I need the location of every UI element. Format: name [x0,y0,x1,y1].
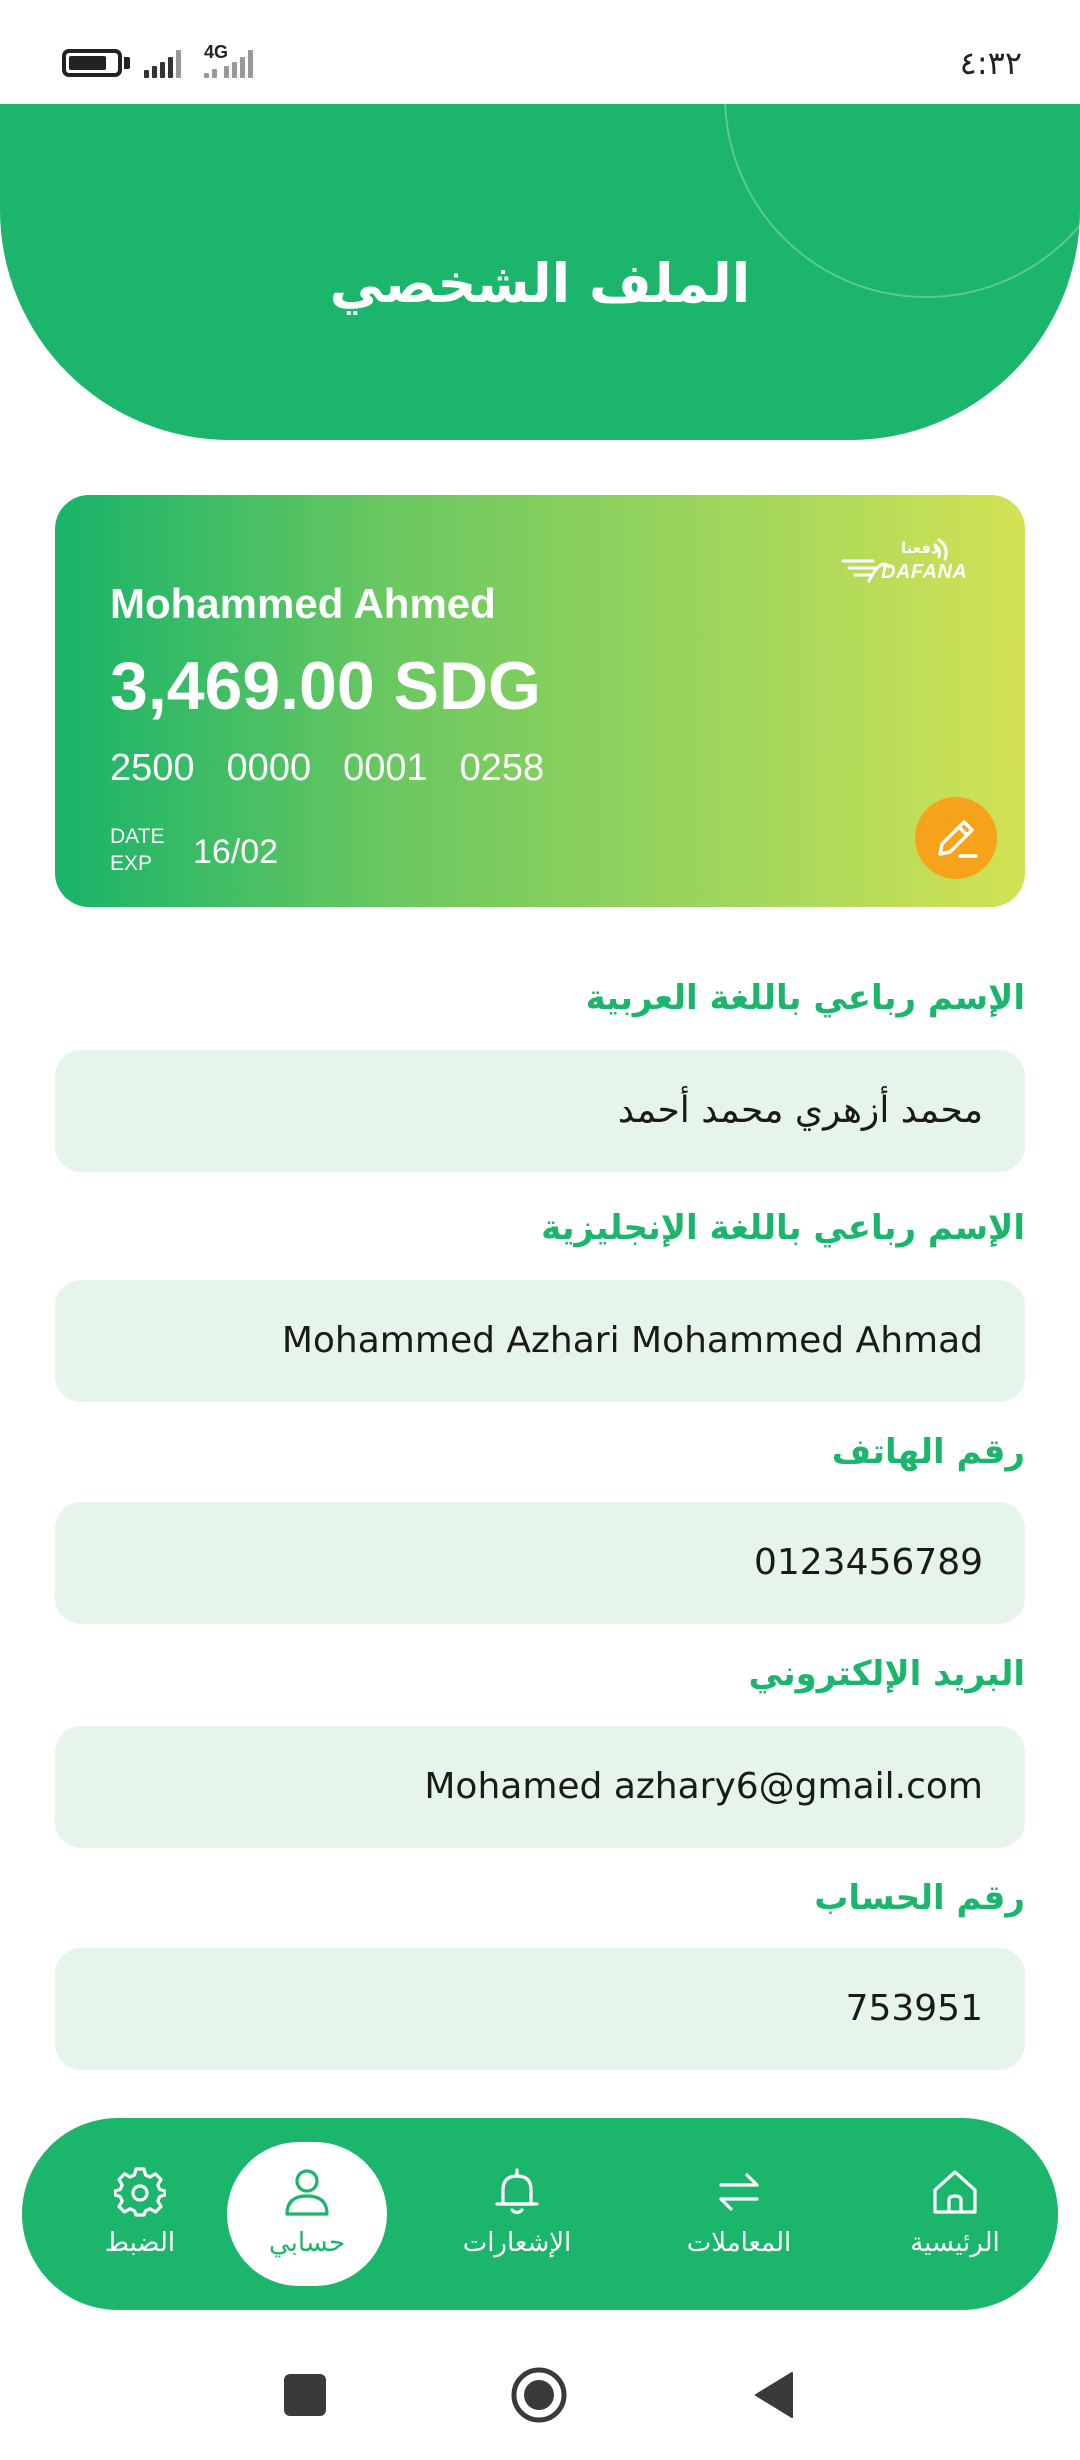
battery-icon [62,49,122,77]
nav-item-notifications[interactable]: الإشعارات [432,2118,602,2310]
card-number-group: 2500 [110,747,195,789]
bottom-navigation: الضبط حسابي الإشعارات المعاملات الرئيسية [22,2118,1058,2310]
arabic-name-label: الإسم رباعي باللغة العربية [585,978,1025,1018]
back-triangle-icon [755,2372,793,2418]
card-number-group: 0001 [343,747,428,789]
card-number-group: 0000 [226,747,312,789]
balance-card: دفعنا DAFANA Mohammed Ahmed 3,469.00 SDG… [55,495,1025,907]
battery-level-fill [69,56,106,70]
status-time: ٤:٣٢ [959,44,1022,82]
nav-label-my-account: حسابي [268,2228,346,2258]
nav-label-notifications: الإشعارات [462,2228,572,2258]
phone-label: رقم الهاتف [831,1432,1025,1472]
pencil-icon [938,820,978,858]
card-exp-value: 16/02 [193,833,279,871]
account-number-label: رقم الحساب [814,1878,1025,1918]
back-system-button[interactable] [752,2370,796,2420]
email-field[interactable]: Mohamed azhary6@gmail.com [55,1726,1025,1848]
transfer-arrows-icon [719,2173,759,2211]
english-name-label: الإسم رباعي باللغة الإنجليزية [541,1208,1025,1248]
card-number-group: 0258 [459,747,545,789]
user-icon [285,2169,329,2216]
account-number-value: 753951 [845,1988,983,2029]
signal-strength-icon-2 [204,50,268,78]
english-name-value: Mohammed Azhari Mohammed Ahmad [281,1320,983,1361]
system-navigation-bar [0,2330,1080,2460]
card-number: 2500 0000 0001 0258 [110,747,544,790]
nav-label-home: الرئيسية [910,2228,1000,2258]
english-name-field[interactable]: Mohammed Azhari Mohammed Ahmad [55,1280,1025,1402]
nav-label-settings: الضبط [104,2228,176,2258]
edit-profile-button[interactable] [915,797,997,879]
card-exp-label-top: DATE [110,825,165,848]
home-icon [933,2170,977,2214]
email-label: البريد الإلكتروني [748,1654,1025,1694]
nav-item-my-account[interactable]: حسابي [222,2118,392,2310]
logo-text-arabic: دفعنا [901,539,939,557]
nav-item-transactions[interactable]: المعاملات [654,2118,824,2310]
home-system-button[interactable] [510,2366,568,2424]
dafana-logo: دفعنا DAFANA [841,537,971,597]
recent-apps-button[interactable] [284,2374,326,2416]
profile-screen: 4G ٤:٣٢ الملف الشخصي دفعنا DAFANA Mohamm… [0,0,1080,2460]
arabic-name-value: محمد أزهري محمد أحمد [617,1090,983,1131]
email-value: Mohamed azhary6@gmail.com [424,1766,983,1807]
card-balance: 3,469.00 SDG [110,648,541,724]
card-exp-label: DATE EXP [110,823,164,877]
signal-strength-icon [144,50,188,78]
status-bar: 4G ٤:٣٢ [0,0,1080,104]
card-exp-label-bottom: EXP [110,852,153,875]
card-holder-name: Mohammed Ahmed [110,580,496,627]
nav-item-settings[interactable]: الضبط [55,2118,225,2310]
phone-field[interactable]: 0123456789 [55,1502,1025,1624]
header: الملف الشخصي [0,104,1080,440]
account-number-field[interactable]: 753951 [55,1948,1025,2070]
gear-icon [114,2167,166,2217]
phone-value: 0123456789 [753,1542,983,1583]
arabic-name-field[interactable]: محمد أزهري محمد أحمد [55,1050,1025,1172]
nav-label-transactions: المعاملات [686,2228,792,2258]
nav-item-home[interactable]: الرئيسية [870,2118,1040,2310]
logo-text: DAFANA [881,561,968,583]
page-title: الملف الشخصي [329,252,751,315]
bell-icon [495,2168,539,2215]
home-circle-icon [511,2367,567,2423]
battery-tip [124,57,130,69]
